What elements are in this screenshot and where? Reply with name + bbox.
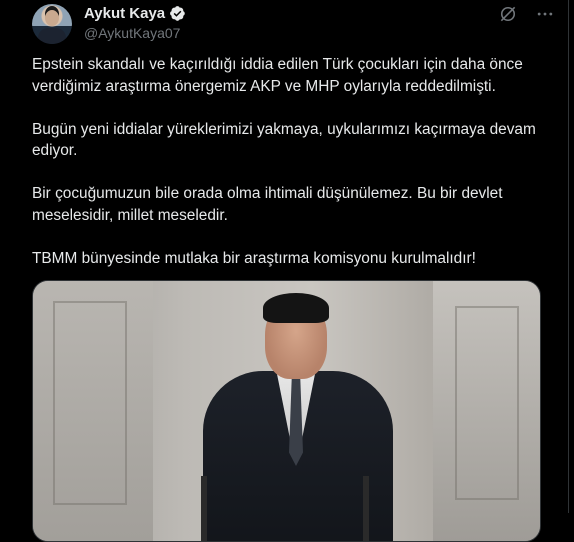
avatar[interactable] (32, 4, 72, 44)
microphone (363, 476, 369, 541)
tweet-paragraph: Bugün yeni iddialar yüreklerimizi yakmay… (32, 120, 541, 160)
tweet-header: Aykut Kaya @AykutKaya07 (32, 0, 555, 50)
tweet-text: Epstein skandalı ve kaçırıldığı iddia ed… (32, 54, 548, 291)
timeline-border (568, 0, 569, 513)
avatar-body (38, 28, 66, 44)
speaker-hair (263, 293, 329, 323)
tweet-paragraph: Epstein skandalı ve kaçırıldığı iddia ed… (32, 56, 528, 95)
tweet-paragraph: TBMM bünyesinde mutlaka bir araştırma ko… (32, 249, 476, 267)
verified-badge-icon[interactable] (169, 5, 186, 22)
author-display-name[interactable]: Aykut Kaya (84, 5, 165, 22)
tweet-paragraph: Bir çocuğumuzun bile orada olma ihtimali… (32, 185, 507, 224)
avatar-head (45, 10, 59, 26)
background-wall-panel (433, 281, 540, 541)
author-handle[interactable]: @AykutKaya07 (84, 25, 180, 41)
name-row: Aykut Kaya (84, 5, 186, 22)
grok-icon[interactable] (498, 4, 518, 24)
tweet-media-video[interactable] (32, 280, 541, 542)
more-options-icon[interactable] (535, 4, 555, 24)
background-wall-panel (33, 281, 153, 541)
microphone (201, 476, 207, 541)
